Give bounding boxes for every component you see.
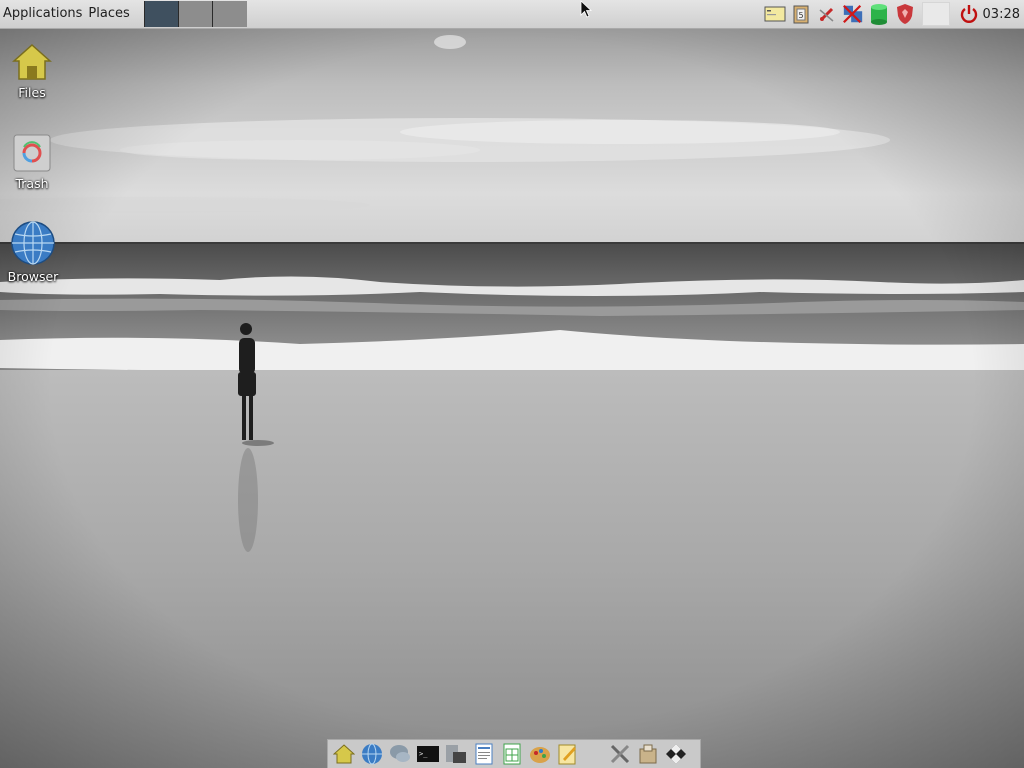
monitor-icon[interactable] bbox=[444, 742, 468, 766]
applications-menu[interactable]: Applications bbox=[0, 0, 85, 28]
trash-icon bbox=[13, 134, 51, 172]
chat-icon[interactable] bbox=[388, 742, 412, 766]
paint-icon[interactable] bbox=[528, 742, 552, 766]
workspace-3[interactable] bbox=[212, 1, 247, 27]
tools-icon[interactable] bbox=[608, 742, 632, 766]
desktop-icon-trash[interactable]: Trash bbox=[0, 133, 64, 191]
empty-tray-slot bbox=[921, 2, 950, 26]
desktop-icon-files[interactable]: Files bbox=[0, 42, 64, 100]
notes-icon[interactable] bbox=[764, 3, 786, 25]
bottom-dock: >_ bbox=[327, 739, 701, 768]
desktop-icon-browser[interactable]: Browser bbox=[1, 220, 65, 284]
svg-text:>_: >_ bbox=[419, 750, 428, 758]
power-icon[interactable] bbox=[958, 3, 980, 25]
home-icon[interactable] bbox=[332, 742, 356, 766]
clipboard-icon[interactable]: 5 bbox=[790, 3, 812, 25]
document-icon[interactable] bbox=[472, 742, 496, 766]
svg-text:5: 5 bbox=[798, 11, 803, 20]
globe-icon[interactable] bbox=[360, 742, 384, 766]
spreadsheet-icon[interactable] bbox=[500, 742, 524, 766]
workspace-1[interactable] bbox=[143, 1, 179, 27]
workspace-2[interactable] bbox=[178, 1, 213, 27]
desktop-icon-label: Trash bbox=[15, 176, 49, 191]
clock[interactable]: 03:28 bbox=[983, 7, 1020, 22]
system-tray: 5 03:28 bbox=[760, 0, 1024, 28]
database-icon[interactable] bbox=[868, 3, 890, 25]
mouse-cursor bbox=[580, 0, 592, 18]
top-panel: Applications Places 5 03:28 bbox=[0, 0, 1024, 29]
places-menu[interactable]: Places bbox=[85, 0, 132, 28]
desktop-wallpaper bbox=[0, 0, 1024, 768]
checkers-icon[interactable] bbox=[664, 742, 688, 766]
desktop-icon-label: Browser bbox=[7, 269, 59, 284]
package-icon[interactable] bbox=[636, 742, 660, 766]
globe-icon bbox=[11, 221, 55, 265]
shield-icon[interactable] bbox=[894, 3, 916, 25]
desktop-icon-label: Files bbox=[18, 85, 46, 100]
network-offline-icon[interactable] bbox=[842, 3, 864, 25]
text-editor-icon[interactable] bbox=[556, 742, 580, 766]
network-disconnected-icon[interactable] bbox=[816, 3, 838, 25]
terminal-icon[interactable]: >_ bbox=[416, 742, 440, 766]
workspace-switcher bbox=[143, 1, 247, 27]
home-folder-icon bbox=[12, 43, 52, 80]
